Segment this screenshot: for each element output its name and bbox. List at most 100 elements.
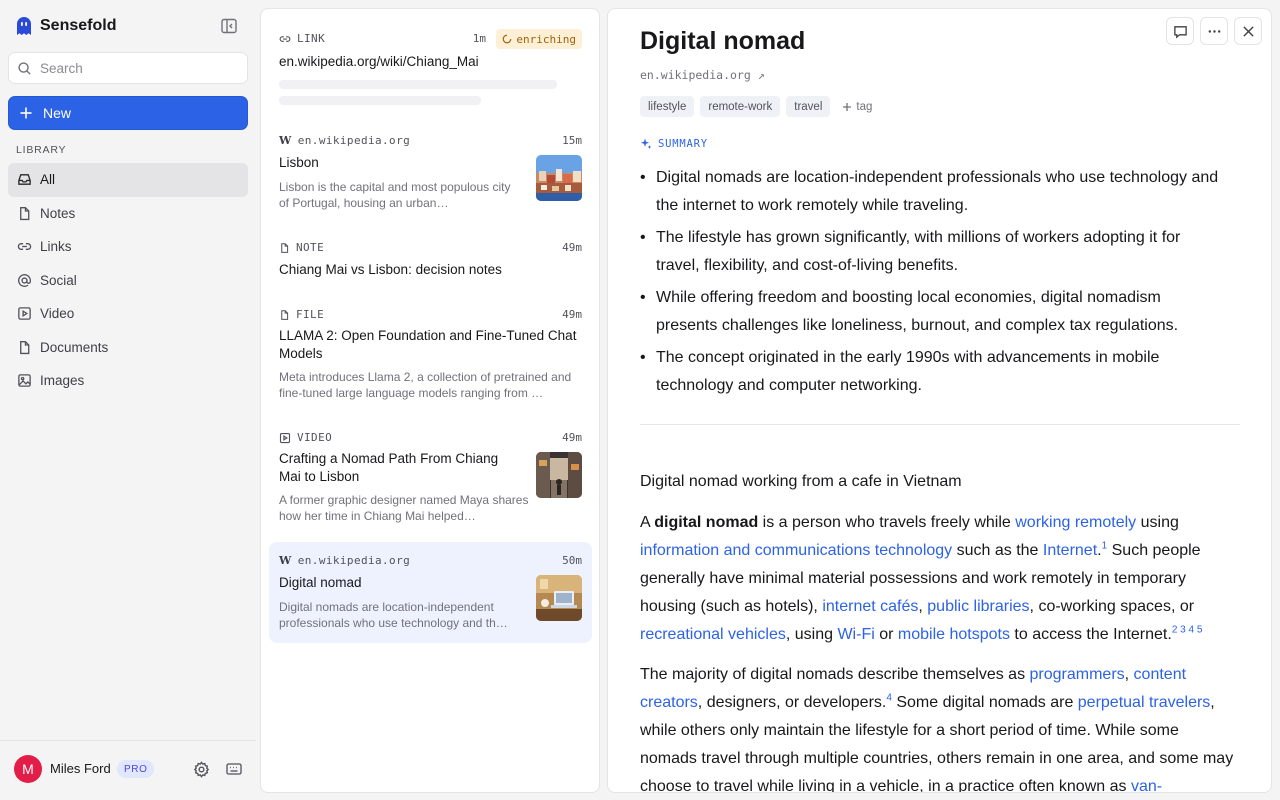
sidebar-item-documents[interactable]: Documents — [8, 331, 248, 365]
file-icon — [281, 309, 289, 320]
more-horizontal-icon — [1208, 29, 1220, 33]
library-nav: All Notes Links Social Video Documents I… — [8, 163, 248, 398]
tag[interactable]: lifestyle — [640, 96, 695, 117]
link-icon — [17, 243, 32, 251]
item-type-label: en.wikipedia.org — [297, 134, 411, 147]
detail-actions — [1166, 17, 1262, 45]
item-type-label: VIDEO — [297, 431, 333, 444]
summary-label: SUMMARY — [658, 138, 708, 150]
note-icon — [20, 206, 30, 220]
sidebar-item-notes[interactable]: Notes — [8, 197, 248, 231]
link-internet[interactable]: Internet — [1043, 542, 1097, 559]
sidebar-item-label: All — [40, 172, 56, 188]
sidebar-item-video[interactable]: Video — [8, 297, 248, 331]
enriching-badge: enriching — [496, 29, 582, 49]
search-input[interactable] — [40, 60, 240, 76]
tag[interactable]: travel — [786, 96, 831, 117]
user-name[interactable]: Miles Ford — [50, 761, 111, 776]
summary-list: Digital nomads are location-independent … — [640, 164, 1220, 404]
comment-button[interactable] — [1166, 17, 1194, 45]
item-type-label: LINK — [297, 32, 326, 45]
video-thumbnail — [536, 452, 582, 498]
list-item[interactable]: NOTE 49m Chiang Mai vs Lisbon: decision … — [269, 235, 592, 285]
link-icon — [279, 35, 291, 42]
link-wifi[interactable]: Wi-Fi — [837, 626, 874, 643]
link-van-life[interactable]: van- — [1131, 778, 1162, 792]
item-title: Crafting a Nomad Path From Chiang Mai to… — [279, 451, 499, 484]
video-icon — [18, 307, 31, 321]
text: , using — [785, 626, 838, 643]
sidebar-item-images[interactable]: Images — [8, 364, 248, 398]
list-item[interactable]: LINK 1m enriching en.wikipedia.org/wiki/… — [269, 21, 592, 109]
bold-term: digital nomad — [654, 514, 759, 531]
link-mobile-hotspots[interactable]: mobile hotspots — [898, 626, 1010, 643]
more-button[interactable] — [1200, 17, 1228, 45]
link-public-libraries[interactable]: public libraries — [927, 598, 1029, 615]
app-name: Sensefold — [40, 17, 117, 34]
new-button-label: New — [43, 105, 72, 121]
document-icon — [20, 340, 30, 354]
item-type: LINK — [279, 32, 325, 45]
add-tag-button[interactable]: tag — [836, 101, 872, 113]
divider — [640, 424, 1240, 425]
gear-icon[interactable] — [193, 761, 210, 783]
image-icon — [18, 374, 31, 388]
link-recreational-vehicles[interactable]: recreational vehicles — [640, 626, 786, 643]
item-list: LINK 1m enriching en.wikipedia.org/wiki/… — [260, 8, 600, 793]
item-title: en.wikipedia.org/wiki/Chiang_Mai — [279, 54, 479, 69]
comment-icon — [1173, 25, 1187, 39]
at-icon — [18, 273, 31, 287]
spinner-icon — [503, 34, 512, 44]
sidebar-item-all[interactable]: All — [8, 163, 248, 197]
item-type: VIDEO — [279, 431, 332, 444]
sidebar: Sensefold New LIBRARY All — [0, 0, 256, 800]
link-working-remotely[interactable]: working remotely — [1015, 514, 1136, 531]
summary-heading: SUMMARY — [640, 138, 708, 150]
document-source-link[interactable]: en.wikipedia.org ↗ — [640, 68, 765, 82]
text: Some digital nomads are — [891, 694, 1078, 711]
new-button[interactable]: New — [8, 96, 248, 130]
sidebar-collapse-icon[interactable] — [220, 17, 238, 35]
search-box[interactable] — [8, 52, 248, 84]
article-paragraph: The majority of digital nomads describe … — [640, 661, 1240, 792]
link-ict[interactable]: information and communications technolog… — [640, 542, 952, 559]
plus-icon — [20, 107, 32, 119]
text: , designers, or developers. — [697, 694, 887, 711]
sidebar-item-social[interactable]: Social — [8, 264, 248, 298]
list-item[interactable]: FILE 49m LLAMA 2: Open Foundation and Fi… — [269, 302, 592, 408]
text: or — [874, 626, 898, 643]
item-time: 15m — [562, 134, 582, 147]
list-item[interactable]: VIDEO 49m Crafting a Nomad Path From Chi… — [269, 425, 592, 531]
item-type-label: NOTE — [296, 241, 325, 254]
citation[interactable]: 2 3 4 5 — [1172, 625, 1203, 636]
keyboard-icon[interactable] — [226, 762, 242, 781]
search-icon — [18, 61, 31, 75]
link-internet-cafes[interactable]: internet cafés — [822, 598, 918, 615]
list-item-selected[interactable]: W en.wikipedia.org 50m Digital nomad Dig… — [269, 542, 592, 643]
add-tag-label: tag — [856, 100, 873, 113]
enriching-label: enriching — [516, 32, 576, 46]
list-item[interactable]: W en.wikipedia.org 15m Lisbon Lisbon is … — [269, 128, 592, 218]
sidebar-item-label: Documents — [40, 339, 109, 355]
item-type-label: FILE — [296, 308, 325, 321]
sidebar-item-label: Social — [40, 272, 77, 288]
wikipedia-icon: W — [279, 554, 292, 567]
text: , co-working spaces, or — [1029, 598, 1195, 615]
text: , — [918, 598, 928, 615]
avatar[interactable]: M — [14, 755, 42, 783]
item-time: 50m — [562, 554, 582, 567]
item-title: Chiang Mai vs Lisbon: decision notes — [279, 262, 502, 277]
link-perpetual-travelers[interactable]: perpetual travelers — [1078, 694, 1211, 711]
item-type: W en.wikipedia.org — [279, 554, 410, 567]
close-button[interactable] — [1234, 17, 1262, 45]
text: using — [1136, 514, 1179, 531]
item-title: LLAMA 2: Open Foundation and Fine-Tuned … — [279, 328, 577, 361]
tag[interactable]: remote-work — [700, 96, 781, 117]
item-description: Lisbon is the capital and most populous … — [279, 180, 511, 210]
item-time: 49m — [562, 308, 582, 321]
item-description: A former graphic designer named Maya sha… — [279, 493, 529, 523]
sidebar-item-links[interactable]: Links — [8, 230, 248, 264]
brand[interactable]: Sensefold — [16, 14, 116, 38]
link-programmers[interactable]: programmers — [1030, 666, 1125, 683]
digital-nomad-thumbnail — [536, 575, 582, 621]
